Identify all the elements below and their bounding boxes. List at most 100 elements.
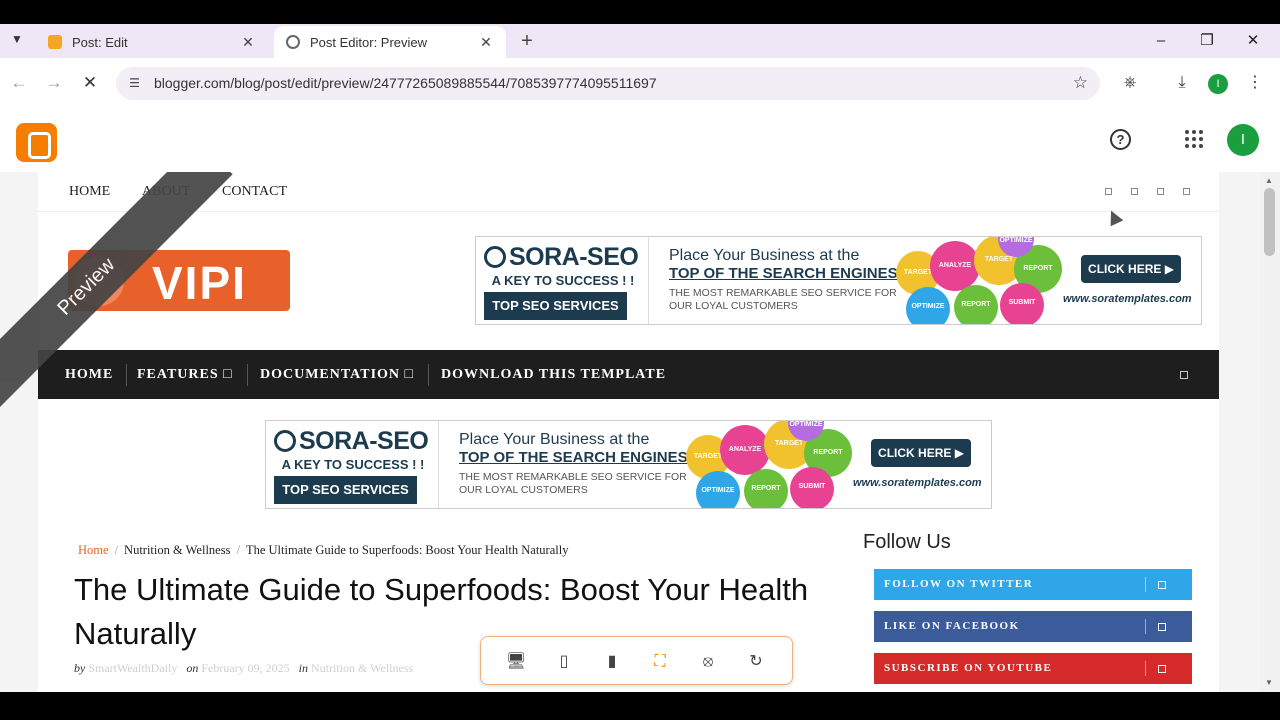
tab-close-icon[interactable]: ✕ — [478, 34, 494, 51]
extensions-puzzle-icon[interactable]: ⎈ — [1119, 72, 1141, 94]
main-menu-features[interactable]: FEATURES □ — [137, 367, 233, 383]
ad-bubbles: TARGET ANALYZE TARGET REPORT OPTIMIZE RE… — [686, 421, 861, 508]
globe-favicon-icon — [286, 35, 300, 49]
breadcrumb-home[interactable]: Home — [78, 543, 109, 557]
follow-us-title: Follow Us — [863, 531, 951, 553]
ad-service: TOP SEO SERVICES — [484, 292, 627, 320]
post-date: February 09, 2025 — [201, 661, 290, 675]
breadcrumb-category[interactable]: Nutrition & Wellness — [124, 543, 230, 557]
scroll-down-icon[interactable]: ▼ — [1265, 678, 1273, 687]
bookmark-star-icon[interactable]: ☆ — [1073, 73, 1088, 93]
rotate-icon[interactable]: ⦻ — [696, 650, 720, 674]
top-menu-contact[interactable]: CONTACT — [222, 184, 287, 200]
post-category[interactable]: Nutrition & Wellness — [311, 661, 413, 675]
new-tab-plus-icon[interactable]: + — [516, 30, 538, 52]
main-menu-home[interactable]: HOME — [65, 367, 113, 383]
meta-by-label: by — [74, 661, 86, 675]
browser-tab-bar: ▼ Post: Edit ✕ Post Editor: Preview ✕ + … — [0, 24, 1280, 58]
blogger-logo-icon[interactable] — [16, 123, 57, 162]
ad-website: www.soratemplates.com — [853, 477, 982, 489]
ad-bubble: OPTIMIZE — [906, 287, 950, 324]
ad-service: TOP SEO SERVICES — [274, 476, 417, 504]
blogger-profile-avatar[interactable]: I — [1227, 124, 1259, 156]
ad-bubble: OPTIMIZE — [696, 471, 740, 508]
ad-headline-bold: TOP OF THE SEARCH ENGINES — [669, 265, 898, 282]
blog-page: HOME ABOUT CONTACT VIPI SORA-SEO A KEY T… — [38, 172, 1219, 692]
search-icon[interactable] — [1180, 371, 1188, 379]
ad-headline: Place Your Business at the — [669, 247, 860, 264]
device-preview-toolbar: 🖥 ▯ ▮ ⛶ ⦻ ↻ — [480, 636, 793, 685]
top-menu-home[interactable]: HOME — [69, 184, 110, 200]
meta-in-label: in — [298, 661, 309, 675]
social-icon[interactable] — [1157, 188, 1164, 195]
blogger-header: ? I — [0, 108, 1280, 172]
main-menu: HOME FEATURES □ DOCUMENTATION □ DOWNLOAD… — [38, 350, 1219, 399]
window-close-icon[interactable]: ✕ — [1241, 30, 1265, 52]
site-info-tune-icon[interactable]: ☰ — [126, 75, 143, 92]
ad-tagline: A KEY TO SUCCESS ! ! — [491, 273, 635, 288]
minimize-icon[interactable]: – — [1149, 30, 1173, 52]
back-arrow-icon[interactable]: ← — [8, 72, 30, 94]
youtube-icon — [1158, 665, 1166, 673]
follow-twitter-button[interactable]: FOLLOW ON TWITTER — [874, 569, 1192, 600]
globe-icon — [484, 246, 506, 268]
vertical-scrollbar[interactable]: ▲ ▼ — [1260, 172, 1280, 692]
forward-arrow-icon[interactable]: → — [43, 72, 65, 94]
more-menu-icon[interactable]: ⋮ — [1244, 72, 1266, 94]
refresh-icon[interactable]: ↻ — [744, 650, 768, 674]
fullscreen-icon[interactable]: ⛶ — [648, 650, 672, 674]
tab-post-edit[interactable]: Post: Edit ✕ — [36, 26, 268, 58]
tablet-icon[interactable]: ▯ — [552, 650, 576, 674]
ad-bubble: REPORT — [954, 285, 998, 324]
tab-post-editor-preview[interactable]: Post Editor: Preview ✕ — [274, 26, 506, 58]
post-meta: by SmartWealthDaily on February 09, 2025… — [74, 661, 413, 676]
ad-bubble: ANALYZE — [720, 425, 770, 475]
social-icon[interactable] — [1131, 188, 1138, 195]
ad-click-here-button[interactable]: CLICK HERE ▶ — [871, 439, 971, 467]
apps-grid-icon[interactable] — [1185, 130, 1203, 148]
header-ad-banner[interactable]: SORA-SEO A KEY TO SUCCESS ! ! TOP SEO SE… — [475, 236, 1202, 325]
help-icon[interactable]: ? — [1110, 129, 1131, 150]
browser-profile-avatar[interactable]: I — [1208, 74, 1228, 94]
breadcrumb-current: The Ultimate Guide to Superfoods: Boost … — [245, 543, 569, 557]
tab-title: Post: Edit — [72, 34, 128, 50]
main-menu-download-template[interactable]: DOWNLOAD THIS TEMPLATE — [441, 367, 666, 383]
tab-search-chevron-icon[interactable]: ▼ — [8, 32, 26, 50]
mobile-icon[interactable]: ▮ — [600, 650, 624, 674]
ad-click-here-button[interactable]: CLICK HERE ▶ — [1081, 255, 1181, 283]
blogger-favicon-icon — [48, 35, 62, 49]
ad-headline-bold: TOP OF THE SEARCH ENGINES — [459, 449, 688, 466]
url-text[interactable]: blogger.com/blog/post/edit/preview/24777… — [154, 75, 657, 91]
address-bar[interactable]: ☰ blogger.com/blog/post/edit/preview/247… — [116, 67, 1100, 100]
ad-subline: THE MOST REMARKABLE SEO SERVICE FOR OUR … — [669, 287, 897, 312]
site-logo-text: VIPI — [152, 257, 247, 309]
main-menu-documentation[interactable]: DOCUMENTATION □ — [260, 367, 414, 383]
ad-website: www.soratemplates.com — [1063, 293, 1192, 305]
post-author[interactable]: SmartWealthDaily — [88, 661, 177, 675]
scrollbar-thumb[interactable] — [1264, 188, 1275, 256]
stop-loading-icon[interactable]: ✕ — [79, 72, 101, 94]
ad-subline: THE MOST REMARKABLE SEO SERVICE FOR OUR … — [459, 471, 687, 496]
scroll-up-icon[interactable]: ▲ — [1265, 176, 1273, 185]
preview-viewport: HOME ABOUT CONTACT VIPI SORA-SEO A KEY T… — [0, 172, 1280, 692]
ad-tagline: A KEY TO SUCCESS ! ! — [281, 457, 425, 472]
subscribe-youtube-button[interactable]: SUBSCRIBE ON YOUTUBE — [874, 653, 1192, 684]
download-icon[interactable]: ⤓ — [1171, 72, 1193, 94]
twitter-icon — [1158, 581, 1166, 589]
social-icon[interactable] — [1183, 188, 1190, 195]
ad-bubble: ANALYZE — [930, 241, 980, 291]
ad-headline: Place Your Business at the — [459, 431, 650, 448]
ad-bubble: SUBMIT — [790, 467, 834, 508]
tab-title: Post Editor: Preview — [310, 34, 428, 50]
like-facebook-button[interactable]: LIKE ON FACEBOOK — [874, 611, 1192, 642]
social-icon[interactable] — [1105, 188, 1112, 195]
tab-close-icon[interactable]: ✕ — [240, 34, 256, 51]
ad-bubbles: TARGET ANALYZE TARGET REPORT OPTIMIZE RE… — [896, 237, 1071, 324]
desktop-icon[interactable]: 🖥 — [504, 650, 528, 674]
content-ad-banner[interactable]: SORA-SEO A KEY TO SUCCESS ! ! TOP SEO SE… — [265, 420, 992, 509]
restore-icon[interactable]: ❐ — [1195, 30, 1219, 52]
globe-icon — [274, 430, 296, 452]
ad-bubble: SUBMIT — [1000, 283, 1044, 324]
meta-on-label: on — [186, 661, 199, 675]
screen-bottom-edge — [0, 692, 1280, 720]
